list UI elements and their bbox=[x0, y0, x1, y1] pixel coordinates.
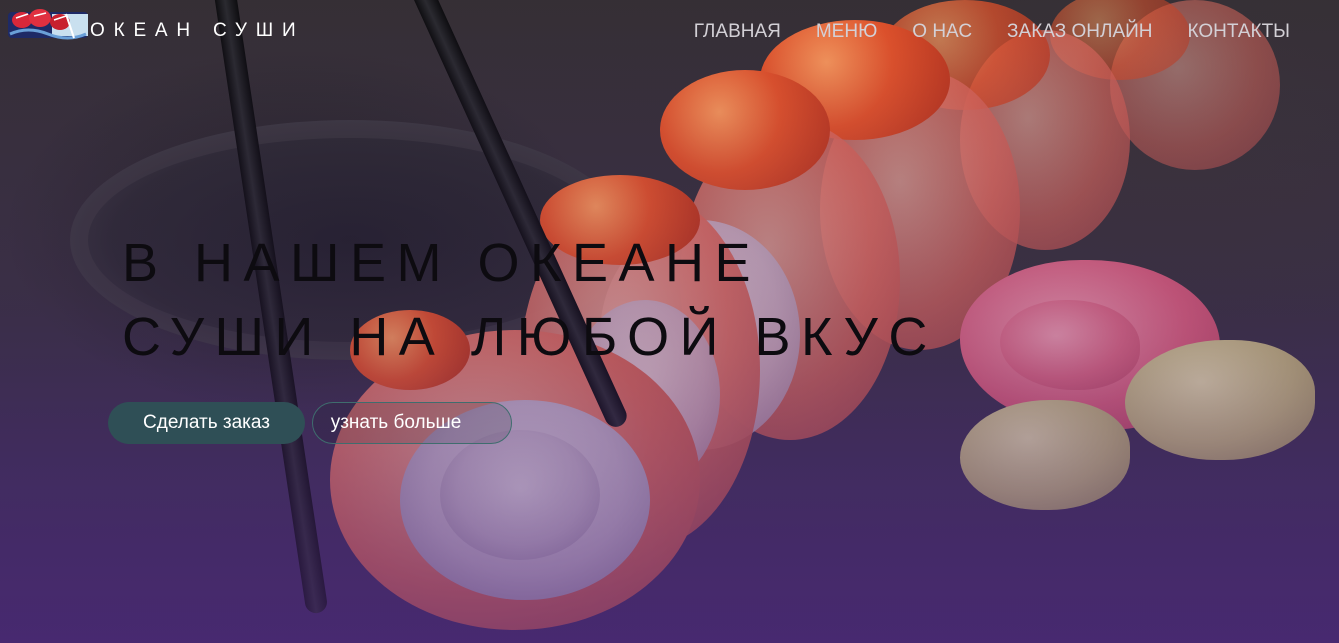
make-order-button[interactable]: Сделать заказ bbox=[108, 402, 305, 444]
nav-menu[interactable]: МЕНЮ bbox=[816, 21, 877, 43]
hero-headline: В НАШЕМ ОКЕАНЕ СУШИ НА ЛЮБОЙ ВКУС bbox=[122, 226, 938, 374]
nav-about[interactable]: О НАС bbox=[912, 21, 972, 43]
brand-name[interactable]: ОКЕАН СУШИ bbox=[90, 20, 304, 42]
hero-headline-line-2: СУШИ НА ЛЮБОЙ ВКУС bbox=[122, 307, 938, 367]
nav-contacts[interactable]: КОНТАКТЫ bbox=[1188, 21, 1291, 43]
nav-order-online[interactable]: ЗАКАЗ ОНЛАЙН bbox=[1007, 21, 1152, 43]
sushi-logo-icon[interactable] bbox=[8, 4, 88, 44]
main-navigation: ГЛАВНАЯ МЕНЮ О НАС ЗАКАЗ ОНЛАЙН КОНТАКТЫ bbox=[694, 21, 1290, 43]
site-header: ОКЕАН СУШИ ГЛАВНАЯ МЕНЮ О НАС ЗАКАЗ ОНЛА… bbox=[0, 0, 1339, 64]
learn-more-button[interactable]: узнать больше bbox=[312, 402, 512, 444]
nav-home[interactable]: ГЛАВНАЯ bbox=[694, 21, 781, 43]
hero-headline-line-1: В НАШЕМ ОКЕАНЕ bbox=[122, 233, 762, 293]
